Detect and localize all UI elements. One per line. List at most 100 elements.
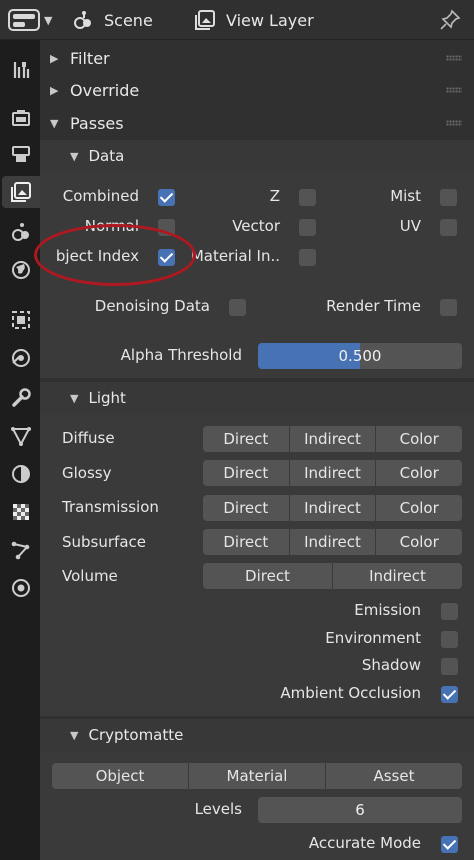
tab-modifiers[interactable]: [4, 342, 38, 374]
alpha-threshold-slider[interactable]: 0.500: [258, 343, 462, 369]
subpanel-data-header[interactable]: ▼ Data: [40, 140, 474, 172]
material-index-label: Material In..: [190, 247, 280, 265]
tab-data[interactable]: [4, 534, 38, 566]
pin-icon[interactable]: [438, 8, 462, 32]
volume-indirect-button[interactable]: Indirect: [333, 563, 462, 589]
chevron-right-icon: ▶: [50, 51, 59, 65]
render-icon: [12, 110, 30, 126]
tab-wrench[interactable]: [4, 382, 38, 414]
drag-handle-icon[interactable]: [446, 120, 462, 126]
tab-world[interactable]: [4, 254, 38, 286]
combined-checkbox[interactable]: [158, 189, 175, 206]
data-icon: [11, 541, 30, 560]
vector-checkbox[interactable]: [299, 219, 316, 236]
drag-handle-icon[interactable]: [446, 87, 462, 93]
panel-filter[interactable]: ▶ Filter: [40, 42, 474, 74]
emission-checkbox[interactable]: [441, 603, 458, 620]
chevron-down-icon: ▼: [44, 13, 53, 27]
levels-label: Levels: [194, 800, 242, 818]
material-index-checkbox[interactable]: [299, 249, 316, 266]
subpanel-light-header[interactable]: ▼ Light: [40, 382, 474, 414]
tab-output[interactable]: [4, 138, 38, 170]
combined-label: Combined: [62, 187, 139, 205]
glossy-color-button[interactable]: Color: [376, 460, 462, 486]
glossy-direct-button[interactable]: Direct: [203, 460, 289, 486]
subpanel-data-label: Data: [88, 147, 125, 165]
mist-checkbox[interactable]: [440, 189, 457, 206]
render-time-label: Render Time: [326, 297, 421, 315]
view-layer-selector[interactable]: View Layer: [194, 6, 314, 34]
uv-checkbox[interactable]: [440, 219, 457, 236]
alpha-threshold-label: Alpha Threshold: [120, 346, 242, 364]
cryptomatte-buttons: Object Material Asset: [52, 763, 462, 789]
panel-override[interactable]: ▶ Override: [40, 74, 474, 106]
transmission-color-button[interactable]: Color: [376, 495, 462, 521]
glossy-indirect-button[interactable]: Indirect: [289, 460, 376, 486]
editor-type-selector[interactable]: ▼: [8, 8, 56, 32]
scene-selector[interactable]: Scene: [72, 6, 153, 34]
tab-object[interactable]: [4, 304, 38, 336]
view-layer-icon: [11, 182, 31, 202]
crypto-object-button[interactable]: Object: [52, 763, 188, 789]
diffuse-direct-button[interactable]: Direct: [203, 426, 289, 452]
vector-label: Vector: [232, 217, 280, 235]
render-time-checkbox[interactable]: [440, 299, 457, 316]
tab-tool[interactable]: [4, 54, 38, 86]
panel-override-label: Override: [70, 80, 140, 100]
tool-icon: [13, 62, 30, 78]
tab-view-layer[interactable]: [2, 176, 40, 208]
transmission-label: Transmission: [62, 498, 159, 516]
crypto-material-button[interactable]: Material: [189, 763, 325, 789]
subsurface-indirect-button[interactable]: Indirect: [289, 529, 376, 555]
glossy-label: Glossy: [62, 464, 112, 482]
uv-label: UV: [399, 217, 421, 235]
scene-icon: [12, 223, 29, 241]
accurate-mode-label: Accurate Mode: [308, 834, 421, 852]
object-index-label: bject Index: [55, 247, 139, 265]
transmission-direct-button[interactable]: Direct: [203, 495, 289, 521]
z-checkbox[interactable]: [299, 189, 316, 206]
shadow-checkbox[interactable]: [441, 658, 458, 675]
panel-passes[interactable]: ▼ Passes: [40, 107, 474, 139]
diffuse-indirect-button[interactable]: Indirect: [289, 426, 376, 452]
subsurface-color-button[interactable]: Color: [376, 529, 462, 555]
volume-direct-button[interactable]: Direct: [203, 563, 332, 589]
z-label: Z: [269, 187, 280, 205]
transmission-indirect-button[interactable]: Indirect: [289, 495, 376, 521]
tab-constraints[interactable]: [4, 496, 38, 528]
tab-render[interactable]: [4, 102, 38, 134]
shadow-label: Shadow: [361, 656, 421, 674]
object-index-checkbox[interactable]: [158, 249, 175, 266]
subsurface-direct-button[interactable]: Direct: [203, 529, 289, 555]
world-icon: [12, 261, 30, 279]
wrench-icon: [12, 388, 31, 407]
properties-content: ▶ Filter ▶ Override ▼ Passes ▼ Data Comb…: [40, 40, 474, 860]
glossy-buttons: Direct Indirect Color: [203, 460, 462, 486]
ambient-occlusion-label: Ambient Occlusion: [280, 684, 421, 702]
crypto-asset-button[interactable]: Asset: [326, 763, 462, 789]
ambient-occlusion-checkbox[interactable]: [441, 686, 458, 703]
levels-field[interactable]: 6: [258, 797, 462, 823]
tab-scene[interactable]: [4, 216, 38, 248]
checker-icon: [13, 504, 29, 520]
chevron-down-icon: ▼: [70, 391, 79, 405]
panel-passes-label: Passes: [70, 113, 124, 133]
tab-particles[interactable]: [4, 420, 38, 452]
subpanel-cryptomatte-label: Cryptomatte: [88, 726, 184, 744]
subpanel-light-body: Diffuse Direct Indirect Color Glossy Dir…: [40, 414, 474, 716]
diffuse-color-button[interactable]: Color: [376, 426, 462, 452]
properties-tab-bar: [0, 40, 40, 860]
view-layer-label: View Layer: [226, 10, 314, 30]
tab-material[interactable]: [4, 572, 38, 604]
subsurface-label: Subsurface: [62, 533, 146, 551]
environment-checkbox[interactable]: [441, 631, 458, 648]
environment-label: Environment: [325, 629, 421, 647]
accurate-mode-checkbox[interactable]: [441, 836, 458, 853]
drag-handle-icon[interactable]: [446, 55, 462, 61]
tab-physics[interactable]: [4, 458, 38, 490]
subpanel-cryptomatte-header[interactable]: ▼ Cryptomatte: [40, 719, 474, 751]
mist-label: Mist: [390, 187, 421, 205]
subsurface-buttons: Direct Indirect Color: [203, 529, 462, 555]
normal-checkbox[interactable]: [158, 219, 175, 236]
denoising-data-checkbox[interactable]: [229, 299, 246, 316]
